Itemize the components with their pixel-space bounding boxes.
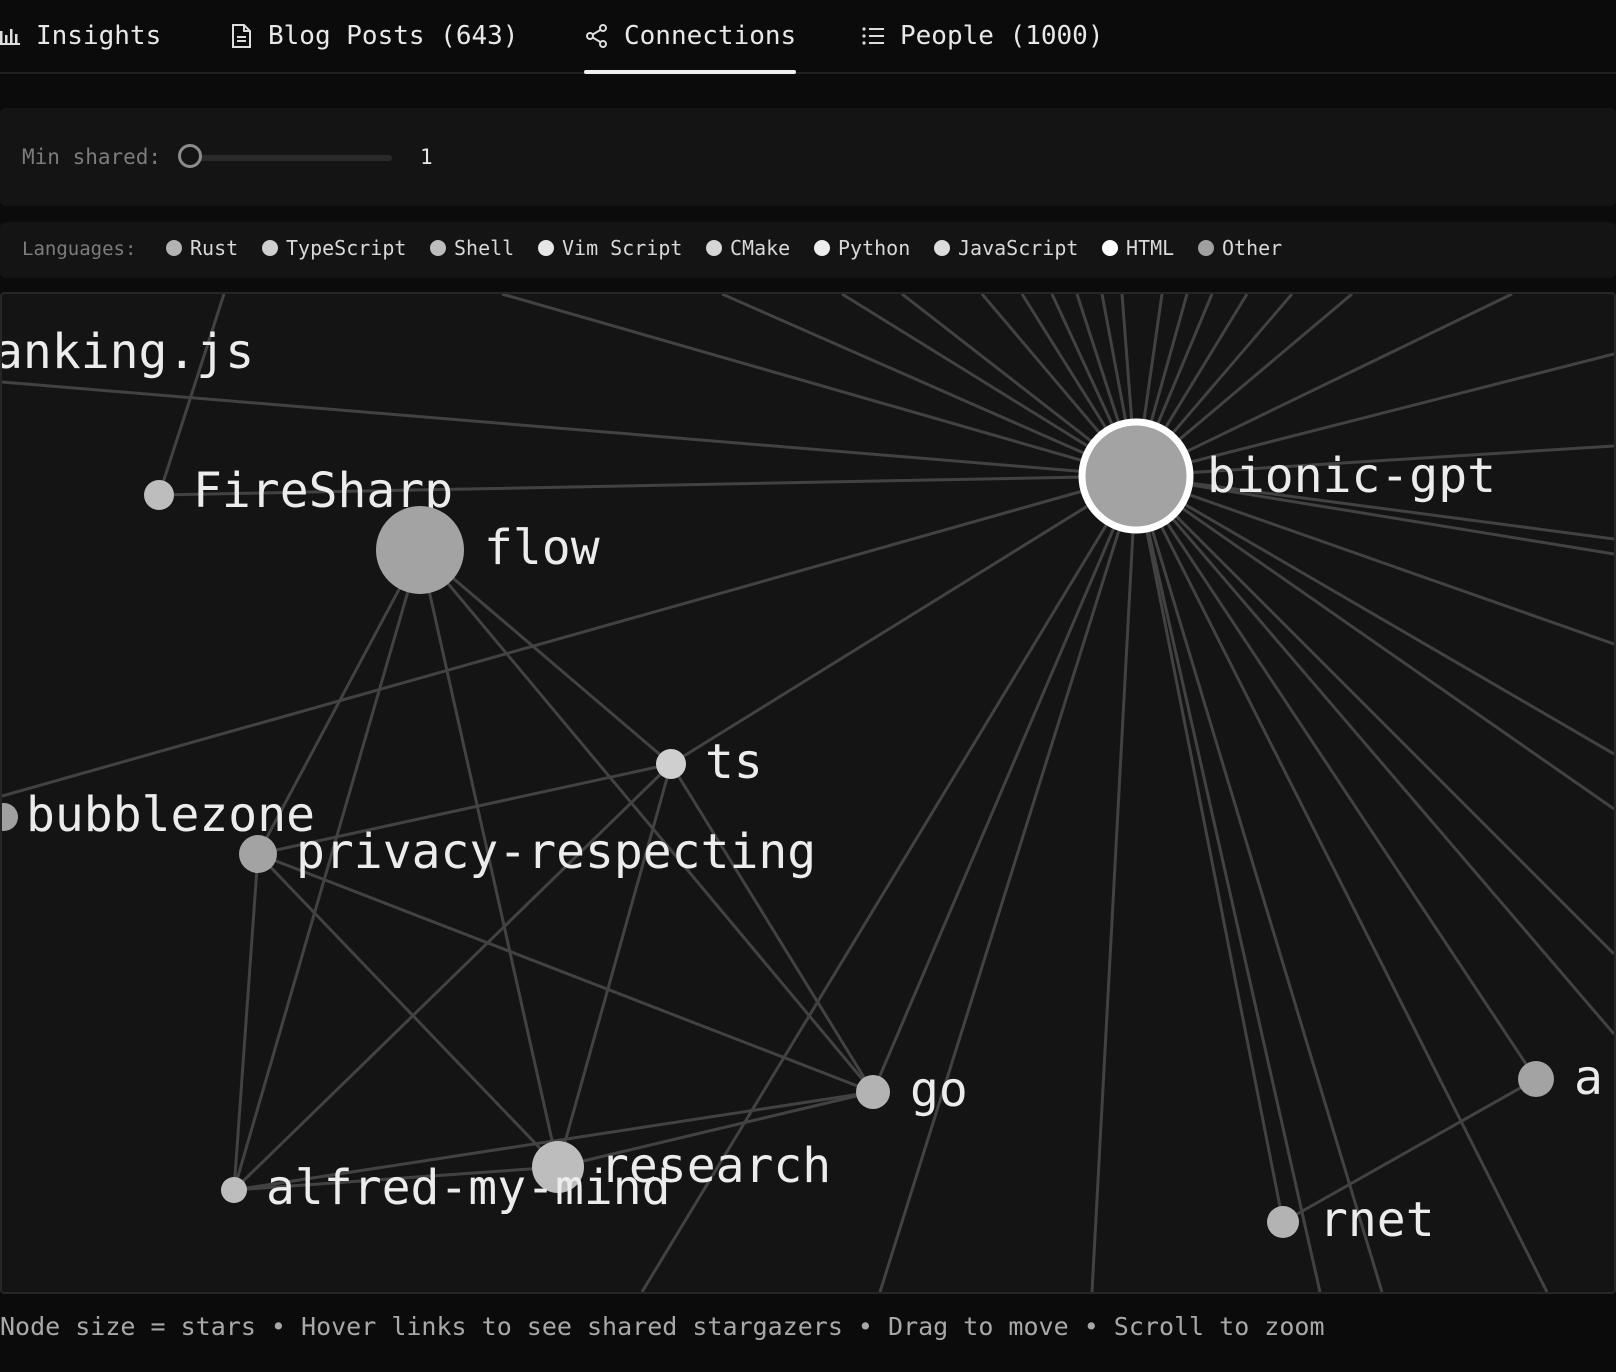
language-item-html[interactable]: HTML — [1102, 236, 1174, 260]
bar-chart-icon — [0, 29, 20, 45]
min-shared-slider-thumb[interactable] — [178, 144, 202, 168]
edge-privacy-alfred[interactable] — [232, 853, 260, 1191]
graph-node-privacy[interactable] — [239, 835, 277, 873]
language-item-shell[interactable]: Shell — [430, 236, 514, 260]
hub-edge[interactable] — [1134, 475, 1322, 1292]
graph-node-alfred[interactable] — [221, 1177, 247, 1203]
graph-node-bionic[interactable] — [1078, 418, 1194, 534]
language-name: Python — [838, 236, 911, 260]
tab-blog-posts-label: Blog Posts (643) — [268, 21, 519, 51]
network-graph-canvas[interactable]: anking.jsFireSharpflowbionic-gpttsbubble… — [2, 294, 1614, 1292]
language-dot — [1102, 240, 1118, 256]
min-shared-label: Min shared: — [22, 145, 162, 169]
graph-node-bubblezone[interactable] — [2, 803, 18, 831]
graph-node-a[interactable] — [1518, 1061, 1554, 1097]
graph-node-label: privacy-respecting — [296, 824, 816, 880]
tab-people[interactable]: People (1000) — [860, 0, 1104, 72]
language-item-cmake[interactable]: CMake — [706, 236, 790, 260]
graph-node-flow[interactable] — [376, 506, 464, 594]
tab-connections-label: Connections — [624, 21, 797, 51]
language-name: TypeScript — [286, 236, 407, 260]
language-item-vim-script[interactable]: Vim Script — [538, 236, 682, 260]
language-item-typescript[interactable]: TypeScript — [262, 236, 406, 260]
share-icon — [586, 24, 607, 48]
min-shared-slider-track[interactable] — [192, 155, 392, 161]
language-item-python[interactable]: Python — [814, 236, 910, 260]
language-name: CMake — [730, 236, 791, 260]
graph-node-label: a — [1574, 1050, 1603, 1106]
tab-people-label: People (1000) — [900, 21, 1104, 51]
tab-blog-posts[interactable]: Blog Posts (643) — [228, 0, 518, 72]
edge-privacy-go[interactable] — [257, 852, 874, 1094]
graph-node-label: bubblezone — [26, 787, 315, 843]
min-shared-panel: Min shared: 1 — [0, 108, 1616, 206]
language-name: Other — [1222, 236, 1283, 260]
language-name: JavaScript — [958, 236, 1079, 260]
list-icon — [862, 27, 884, 45]
language-dot — [814, 240, 830, 256]
graph-help-text: Node size = stars • Hover links to see s… — [0, 1312, 1325, 1341]
language-item-other[interactable]: Other — [1198, 236, 1282, 260]
graph-node-go[interactable] — [856, 1075, 890, 1109]
graph-node-rnet[interactable] — [1267, 1206, 1299, 1238]
tab-connections[interactable]: Connections — [584, 0, 797, 74]
graph-node-label: alfred-my-mind — [266, 1160, 671, 1216]
languages-legend: Languages: Rust TypeScript Shell Vim Scr… — [0, 222, 1616, 278]
language-dot — [262, 240, 278, 256]
edge-bionic-go[interactable] — [871, 475, 1138, 1093]
graph-node-firesharp[interactable] — [144, 480, 174, 510]
graph-node-label: bionic-gpt — [1207, 448, 1496, 504]
edge-privacy-research[interactable] — [256, 852, 560, 1169]
languages-label: Languages: — [22, 238, 137, 260]
hub-edge[interactable] — [721, 294, 1137, 478]
language-item-javascript[interactable]: JavaScript — [934, 236, 1078, 260]
tab-insights-label: Insights — [36, 21, 162, 51]
language-dot — [706, 240, 722, 256]
hub-edge[interactable] — [2, 380, 1137, 478]
tab-insights[interactable]: Insights — [0, 0, 161, 72]
edge-flow-ts[interactable] — [419, 548, 672, 766]
language-name: Vim Script — [562, 236, 683, 260]
language-name: HTML — [1126, 236, 1175, 260]
graph-node-label: go — [910, 1062, 968, 1118]
edge-flow-go[interactable] — [418, 549, 875, 1093]
graph-node-label: rnet — [1319, 1192, 1435, 1248]
graph-node-ts[interactable] — [656, 749, 686, 779]
tab-bar: Insights Blog Posts (643) Connections Pe… — [0, 0, 1616, 74]
connections-graph[interactable]: anking.js FireSharp flow bionic-gpt ts bubble… — [0, 292, 1616, 1294]
language-name: Rust — [190, 236, 239, 260]
document-icon — [232, 24, 251, 48]
language-name: Shell — [454, 236, 515, 260]
language-dot — [166, 240, 182, 256]
edge-ts-go[interactable] — [669, 763, 875, 1093]
language-dot — [1198, 240, 1214, 256]
graph-node-label: ts — [705, 734, 763, 790]
min-shared-value: 1 — [420, 145, 433, 169]
hub-edge[interactable] — [1135, 474, 1614, 811]
language-item-rust[interactable]: Rust — [166, 236, 238, 260]
language-dot — [538, 240, 554, 256]
language-dot — [430, 240, 446, 256]
language-dot — [934, 240, 950, 256]
graph-node-label: flow — [484, 520, 600, 576]
edge-bionic-ts[interactable] — [670, 474, 1137, 766]
graph-node-label: anking.js — [2, 324, 254, 380]
